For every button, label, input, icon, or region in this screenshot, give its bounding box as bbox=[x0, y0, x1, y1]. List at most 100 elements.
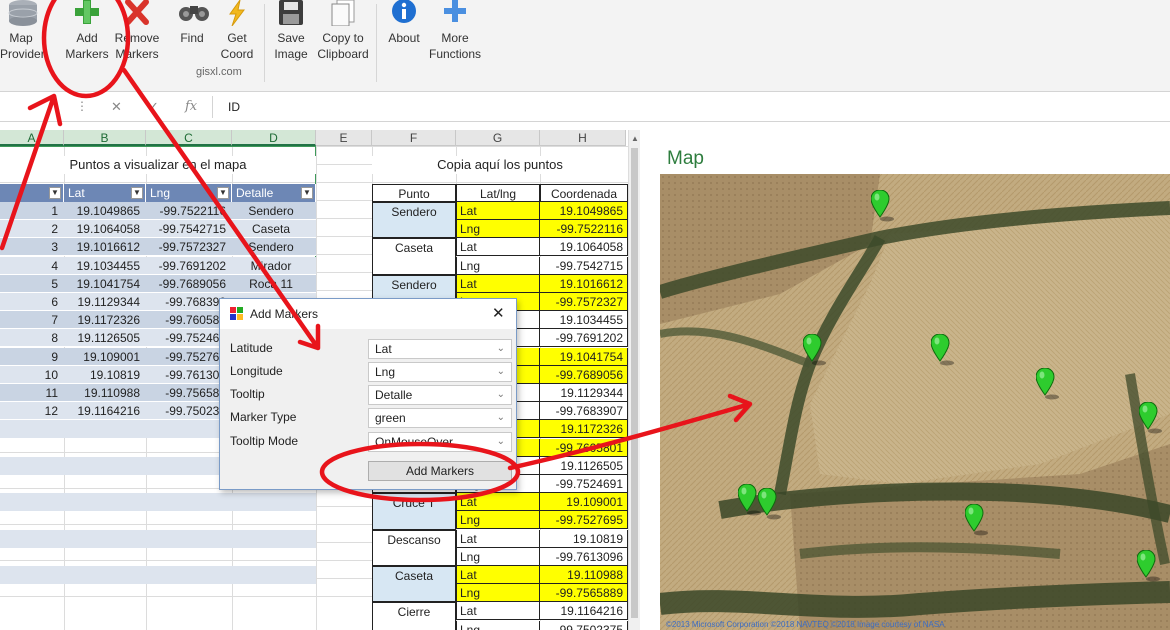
coordenada-cell[interactable]: 19.1016612 bbox=[540, 274, 628, 293]
left-table-cell[interactable]: 8 bbox=[0, 329, 64, 348]
coordenada-cell[interactable]: -99.7524691 bbox=[540, 475, 628, 493]
coordenada-cell[interactable]: -99.7522116 bbox=[540, 220, 628, 239]
map-provider-button[interactable]: Map Provider bbox=[0, 0, 45, 62]
left-header-cell[interactable]: ▼ bbox=[0, 184, 64, 202]
coordenada-cell[interactable]: -99.7683907 bbox=[540, 402, 628, 421]
formula-input[interactable]: ID bbox=[228, 100, 240, 114]
coordenada-cell[interactable]: 19.1049865 bbox=[540, 202, 628, 220]
punto-cell[interactable]: Cruce T bbox=[372, 493, 456, 530]
column-header[interactable]: A bbox=[0, 130, 64, 146]
more-dots-icon[interactable]: ⋮ bbox=[76, 99, 88, 113]
right-header-cell[interactable]: Lat/lng bbox=[456, 184, 540, 202]
punto-cell[interactable]: Cierre bbox=[372, 602, 456, 630]
filter-dropdown-icon[interactable]: ▼ bbox=[131, 187, 143, 199]
left-table-cell[interactable]: 19.1034455 bbox=[64, 256, 146, 275]
dialog-field-select[interactable]: green ⌄ bbox=[368, 408, 512, 428]
coordenada-cell[interactable]: 19.1064058 bbox=[540, 238, 628, 257]
left-table-cell[interactable]: 19.1164216 bbox=[64, 402, 146, 421]
left-table-cell[interactable]: 12 bbox=[0, 402, 64, 421]
confirm-check-icon[interactable]: ✓ bbox=[148, 99, 159, 115]
map-view[interactable]: ©2013 Microsoft Corporation ©2018 NAVTEQ… bbox=[660, 174, 1170, 630]
right-header-cell[interactable]: Coordenada bbox=[540, 184, 628, 202]
dialog-titlebar[interactable]: Add Markers ✕ bbox=[220, 299, 516, 329]
left-header-cell[interactable]: Lat ▼ bbox=[64, 184, 146, 202]
left-table-cell[interactable]: 19.1129344 bbox=[64, 293, 146, 311]
dialog-field-select[interactable]: Lat ⌄ bbox=[368, 339, 512, 359]
latlng-cell[interactable]: Lat bbox=[456, 238, 540, 257]
coordenada-cell[interactable]: 19.10819 bbox=[540, 529, 628, 548]
save-image-button[interactable]: Save Image bbox=[268, 0, 314, 62]
left-table-cell[interactable]: 2 bbox=[0, 220, 64, 239]
latlng-cell[interactable]: Lat bbox=[456, 529, 540, 548]
coordenada-cell[interactable]: -99.7527695 bbox=[540, 511, 628, 530]
left-table-cell[interactable]: 9 bbox=[0, 347, 64, 366]
left-table-cell[interactable]: 19.1064058 bbox=[64, 220, 146, 239]
add-markers-button[interactable]: Add Markers bbox=[64, 0, 110, 62]
right-header-cell[interactable]: Punto bbox=[372, 184, 456, 202]
latlng-cell[interactable]: Lat bbox=[456, 602, 540, 621]
latlng-cell[interactable]: Lat bbox=[456, 566, 540, 584]
left-table-cell[interactable]: 19.1041754 bbox=[64, 274, 146, 293]
coordenada-cell[interactable]: -99.7565889 bbox=[540, 584, 628, 603]
get-coord-button[interactable]: Get Coord bbox=[216, 0, 258, 62]
coordenada-cell[interactable]: 19.1041754 bbox=[540, 347, 628, 366]
latlng-cell[interactable]: Lat bbox=[456, 202, 540, 220]
latlng-cell[interactable]: Lat bbox=[456, 493, 540, 512]
left-table-cell[interactable]: -99.7572327 bbox=[146, 238, 232, 257]
remove-markers-button[interactable]: Remove Markers bbox=[112, 0, 162, 62]
left-table-cell[interactable]: Sendero bbox=[232, 238, 316, 257]
latlng-cell[interactable]: Lng bbox=[456, 620, 540, 630]
map-marker-icon[interactable] bbox=[1136, 549, 1161, 582]
coordenada-cell[interactable]: 19.110988 bbox=[540, 566, 628, 584]
left-table-cell[interactable]: -99.7689056 bbox=[146, 274, 232, 293]
map-marker-icon[interactable] bbox=[1035, 367, 1060, 400]
column-header[interactable]: F bbox=[372, 130, 456, 146]
left-table-cell[interactable]: 10 bbox=[0, 365, 64, 384]
dialog-field-select[interactable]: OnMouseOver ⌄ bbox=[368, 432, 512, 452]
column-header[interactable]: D bbox=[232, 130, 316, 146]
map-marker-icon[interactable] bbox=[802, 333, 827, 366]
map-marker-icon[interactable] bbox=[757, 487, 782, 520]
find-button[interactable]: Find bbox=[172, 0, 212, 46]
filter-dropdown-icon[interactable]: ▼ bbox=[49, 187, 61, 199]
punto-cell[interactable]: Sendero bbox=[372, 202, 456, 239]
copy-to-clipboard-button[interactable]: Copy to Clipboard bbox=[314, 0, 372, 62]
left-table-cell[interactable]: 19.1016612 bbox=[64, 238, 146, 257]
latlng-cell[interactable]: Lng bbox=[456, 220, 540, 239]
coordenada-cell[interactable]: -99.7613096 bbox=[540, 547, 628, 566]
filter-dropdown-icon[interactable]: ▼ bbox=[301, 187, 313, 199]
cancel-x-icon[interactable]: ✕ bbox=[111, 99, 122, 115]
map-marker-icon[interactable] bbox=[1138, 401, 1163, 434]
map-marker-icon[interactable] bbox=[964, 503, 989, 536]
dialog-field-select[interactable]: Lng ⌄ bbox=[368, 362, 512, 382]
map-marker-icon[interactable] bbox=[870, 189, 895, 222]
latlng-cell[interactable]: Lng bbox=[456, 584, 540, 603]
left-table-cell[interactable]: 19.1172326 bbox=[64, 311, 146, 330]
vertical-scrollbar[interactable]: ▲ bbox=[628, 130, 640, 630]
left-table-cell[interactable]: -99.7691202 bbox=[146, 256, 232, 275]
coordenada-cell[interactable]: -99.7542715 bbox=[540, 256, 628, 275]
column-header[interactable]: E bbox=[316, 130, 372, 146]
close-icon[interactable]: ✕ bbox=[492, 304, 505, 322]
coordenada-cell[interactable]: 19.1164216 bbox=[540, 602, 628, 621]
left-table-cell[interactable]: 19.1049865 bbox=[64, 202, 146, 220]
left-table-cell[interactable]: -99.7522116 bbox=[146, 202, 232, 220]
dialog-field-select[interactable]: Detalle ⌄ bbox=[368, 385, 512, 405]
left-table-cell[interactable]: 11 bbox=[0, 384, 64, 402]
left-table-cell[interactable]: 6 bbox=[0, 293, 64, 311]
latlng-cell[interactable]: Lat bbox=[456, 274, 540, 293]
filter-dropdown-icon[interactable]: ▼ bbox=[217, 187, 229, 199]
left-table-cell[interactable]: 4 bbox=[0, 256, 64, 275]
left-table-cell[interactable]: 19.110988 bbox=[64, 384, 146, 402]
left-table-cell[interactable]: 5 bbox=[0, 274, 64, 293]
coordenada-cell[interactable]: -99.7691202 bbox=[540, 329, 628, 348]
about-button[interactable]: About bbox=[382, 0, 426, 46]
left-table-cell[interactable]: Sendero bbox=[232, 202, 316, 220]
column-header[interactable]: B bbox=[64, 130, 146, 146]
coordenada-cell[interactable]: 19.1126505 bbox=[540, 456, 628, 475]
left-table-cell[interactable]: Caseta bbox=[232, 220, 316, 239]
punto-cell[interactable]: Caseta bbox=[372, 566, 456, 603]
left-header-cell[interactable]: Detalle ▼ bbox=[232, 184, 316, 202]
coordenada-cell[interactable]: 19.1129344 bbox=[540, 384, 628, 402]
coordenada-cell[interactable]: -99.7572327 bbox=[540, 293, 628, 311]
